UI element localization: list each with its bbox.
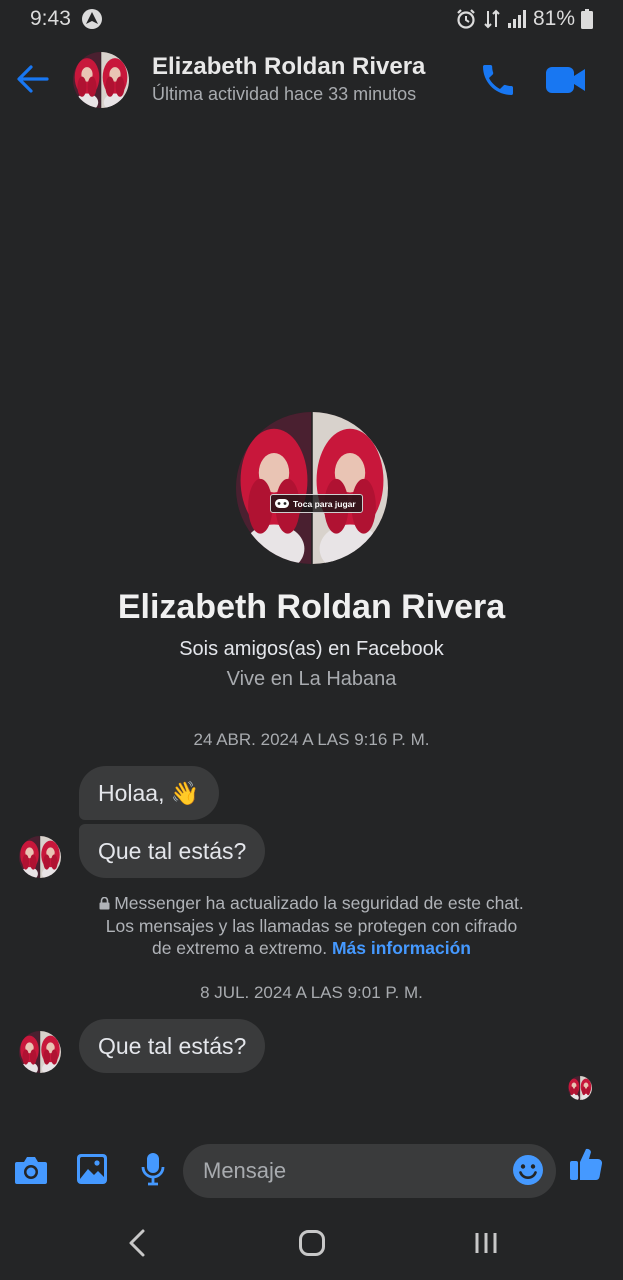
play-badge-label: Toca para jugar <box>293 498 356 509</box>
message-input[interactable]: Mensaje <box>183 1144 556 1198</box>
gallery-icon[interactable] <box>76 1153 108 1190</box>
status-time: 9:43 <box>30 7 71 30</box>
chat-header: Elizabeth Roldan Rivera Última actividad… <box>0 44 623 116</box>
message-composer: Mensaje <box>0 1140 623 1202</box>
status-bar: 9:43 81% <box>0 0 623 38</box>
security-line-1: Messenger ha actualizado la seguridad de… <box>114 893 524 913</box>
android-auto-icon <box>81 8 103 30</box>
microphone-icon[interactable] <box>141 1152 165 1191</box>
data-arrows-icon <box>483 8 501 30</box>
nav-recents-icon[interactable] <box>473 1230 499 1261</box>
profile-location: Vive en La Habana <box>226 668 397 690</box>
more-info-link[interactable]: Más información <box>332 938 471 958</box>
sender-avatar[interactable] <box>19 836 61 878</box>
play-badge[interactable]: Toca para jugar <box>270 494 363 513</box>
message-placeholder: Mensaje <box>203 1158 287 1183</box>
lock-icon <box>99 893 110 915</box>
message-bubble[interactable]: Que tal estás? <box>79 1019 266 1073</box>
security-notice: Messenger ha actualizado la seguridad de… <box>0 892 623 959</box>
profile-avatar[interactable]: Toca para jugar <box>236 412 388 564</box>
battery-icon <box>581 9 593 29</box>
battery-percent: 81% <box>532 7 575 30</box>
security-line-3: de extremo a extremo. <box>151 938 328 958</box>
gamepad-icon <box>275 499 289 508</box>
alarm-icon <box>455 8 477 30</box>
camera-icon[interactable] <box>13 1154 49 1191</box>
emoji-icon[interactable] <box>512 1154 544 1186</box>
seen-indicator-avatar <box>568 1076 592 1100</box>
profile-name: Elizabeth Roldan Rivera <box>117 588 506 626</box>
friends-status: Sois amigos(as) en Facebook <box>179 638 444 660</box>
timestamp: 24 ABR. 2024 A LAS 9:16 P. M. <box>193 730 430 749</box>
timestamp: 8 JUL. 2024 A LAS 9:01 P. M. <box>200 983 423 1002</box>
nav-back-icon[interactable] <box>126 1228 148 1263</box>
back-arrow-icon[interactable] <box>14 62 52 96</box>
contact-name[interactable]: Elizabeth Roldan Rivera <box>152 53 425 81</box>
last-active-status: Última actividad hace 33 minutos <box>152 84 417 104</box>
video-camera-icon[interactable] <box>544 62 588 98</box>
nav-home-icon[interactable] <box>298 1229 326 1262</box>
sender-avatar[interactable] <box>19 1031 61 1073</box>
system-nav-bar <box>0 1212 623 1280</box>
phone-icon[interactable] <box>478 60 518 100</box>
signal-icon <box>507 9 527 29</box>
security-line-2: Los mensajes y las llamadas se protegen … <box>105 916 518 936</box>
message-bubble[interactable]: Que tal estás? <box>79 824 266 878</box>
message-bubble[interactable]: Holaa, 👋 <box>79 766 219 820</box>
contact-avatar[interactable] <box>73 52 129 108</box>
thumbs-up-icon[interactable] <box>569 1146 603 1187</box>
